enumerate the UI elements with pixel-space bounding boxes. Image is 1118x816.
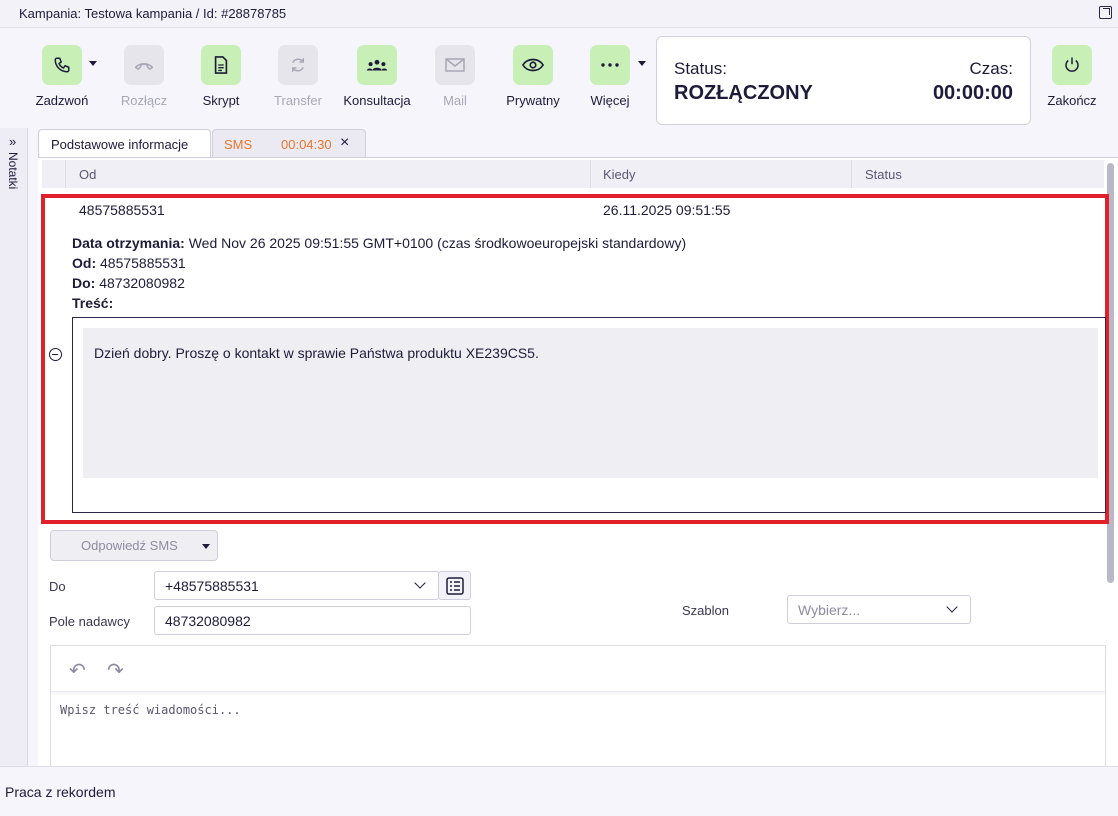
collapse-icon[interactable]: [49, 348, 62, 361]
hangup-label: Rozłącz: [120, 93, 168, 108]
power-icon: [1052, 45, 1092, 85]
close-icon[interactable]: ×: [340, 134, 349, 152]
call-label: Zadzwoń: [35, 93, 89, 108]
popout-icon[interactable]: [1099, 6, 1112, 19]
mail-icon: [435, 45, 475, 85]
group-icon: [357, 45, 397, 85]
eye-icon: [513, 45, 553, 85]
table-header: Od Kiedy Status: [42, 160, 1104, 188]
transfer-button[interactable]: Transfer: [258, 45, 338, 108]
to-label: Do:: [72, 275, 96, 291]
from-line: Od: 48575885531: [72, 255, 186, 271]
list-icon: [446, 577, 464, 595]
window-title: Kampania: Testowa kampania / Id: #288787…: [19, 6, 287, 21]
finish-button[interactable]: Zakończ: [1032, 45, 1112, 108]
received-value: Wed Nov 26 2025 09:51:55 GMT+0100 (czas …: [188, 235, 687, 251]
row-when[interactable]: 26.11.2025 09:51:55: [603, 202, 730, 218]
footer-bar: Praca z rekordem: [0, 766, 1118, 816]
hangup-icon: [124, 45, 164, 85]
mail-button[interactable]: Mail: [415, 45, 495, 108]
call-dropdown-icon[interactable]: [89, 61, 97, 66]
expand-icon[interactable]: »: [9, 134, 16, 149]
contact-list-button[interactable]: [438, 571, 471, 600]
footer-label[interactable]: Praca z rekordem: [5, 784, 115, 800]
content-line: Treść:: [72, 295, 113, 311]
column-divider: [851, 160, 852, 188]
call-button[interactable]: Zadzwoń: [22, 45, 102, 108]
more-button[interactable]: Więcej: [570, 45, 650, 108]
undo-icon[interactable]: ↶: [69, 658, 86, 683]
from-label: Od:: [72, 255, 97, 271]
document-icon: [201, 45, 241, 85]
header-when[interactable]: Kiedy: [603, 167, 636, 182]
transfer-label: Transfer: [274, 93, 322, 108]
message-body: Dzień dobry. Proszę o kontakt w sprawie …: [83, 328, 1098, 478]
toolbar: Zadzwoń Rozłącz Skrypt Transfer Konsulta…: [0, 28, 1118, 128]
header-from[interactable]: Od: [79, 167, 96, 182]
to-line: Do: 48732080982: [72, 275, 185, 291]
row-from[interactable]: 48575885531: [79, 202, 165, 218]
status-label: Status:: [674, 59, 727, 78]
reply-sms-label: Odpowiedź SMS: [81, 538, 178, 553]
tab-basic-info-label: Podstawowe informacje: [51, 137, 189, 152]
time-label: Czas:: [969, 59, 1013, 78]
sender-input[interactable]: 48732080982: [154, 606, 471, 635]
status-value: ROZŁĄCZONY: [674, 82, 813, 104]
header-status[interactable]: Status: [865, 167, 902, 182]
template-placeholder: Wybierz...: [798, 602, 861, 618]
sender-field-label: Pole nadawcy: [49, 614, 130, 629]
message-text: Dzień dobry. Proszę o kontakt w sprawie …: [94, 345, 539, 361]
message-box: Dzień dobry. Proszę o kontakt w sprawie …: [72, 317, 1106, 513]
sender-input-value: 48732080982: [165, 613, 251, 629]
message-editor[interactable]: ↶ ↷ Wpisz treść wiadomości...: [50, 645, 1106, 766]
title-bar: Kampania: Testowa kampania / Id: #288787…: [0, 0, 1118, 28]
more-dropdown-icon[interactable]: [638, 61, 646, 66]
consult-label: Konsultacja: [343, 93, 411, 108]
script-button[interactable]: Skrypt: [181, 45, 261, 108]
notes-label: Notatki: [6, 152, 20, 190]
template-label: Szablon: [682, 603, 729, 618]
tab-sms-label: SMS: [224, 137, 253, 152]
notes-sidebar[interactable]: » Notatki: [0, 128, 28, 766]
tab-basic-info[interactable]: Podstawowe informacje: [38, 129, 211, 157]
script-label: Skrypt: [202, 93, 240, 108]
column-divider: [590, 160, 591, 188]
to-select[interactable]: +48575885531: [154, 571, 439, 600]
chevron-down-icon: [202, 544, 210, 549]
from-value: 48575885531: [100, 255, 186, 271]
received-label: Data otrzymania:: [72, 235, 185, 251]
refresh-icon: [278, 45, 318, 85]
call-status-panel: Status: Czas: ROZŁĄCZONY 00:00:00: [656, 36, 1031, 125]
sms-panel: Od Kiedy Status 48575885531 26.11.2025 0…: [38, 157, 1118, 766]
to-select-value: +48575885531: [165, 578, 259, 594]
finish-label: Zakończ: [1047, 93, 1097, 108]
content-label: Treść:: [72, 295, 114, 311]
private-label: Prywatny: [506, 93, 560, 108]
hangup-button[interactable]: Rozłącz: [104, 45, 184, 108]
received-line: Data otrzymania: Wed Nov 26 2025 09:51:5…: [72, 235, 686, 251]
private-button[interactable]: Prywatny: [493, 45, 573, 108]
more-dots-icon: [590, 45, 630, 85]
redo-icon[interactable]: ↷: [107, 658, 124, 683]
to-value: 48732080982: [99, 275, 185, 291]
editor-placeholder[interactable]: Wpisz treść wiadomości...: [60, 703, 241, 717]
chevron-down-icon: [946, 601, 958, 613]
editor-toolbar: ↶ ↷: [51, 646, 1105, 692]
mail-label: Mail: [443, 93, 467, 108]
consult-button[interactable]: Konsultacja: [337, 45, 417, 108]
expand-column-header: [42, 160, 66, 188]
phone-icon: [42, 45, 82, 85]
tab-sms-timer: 00:04:30: [281, 137, 332, 152]
template-select[interactable]: Wybierz...: [787, 595, 971, 624]
to-field-label: Do: [49, 579, 66, 594]
reply-sms-button[interactable]: Odpowiedź SMS: [50, 530, 218, 561]
chevron-down-icon: [414, 577, 426, 589]
time-value: 00:00:00: [932, 82, 1013, 104]
more-label: Więcej: [590, 93, 630, 108]
tab-sms[interactable]: SMS 00:04:30 ×: [212, 129, 366, 157]
